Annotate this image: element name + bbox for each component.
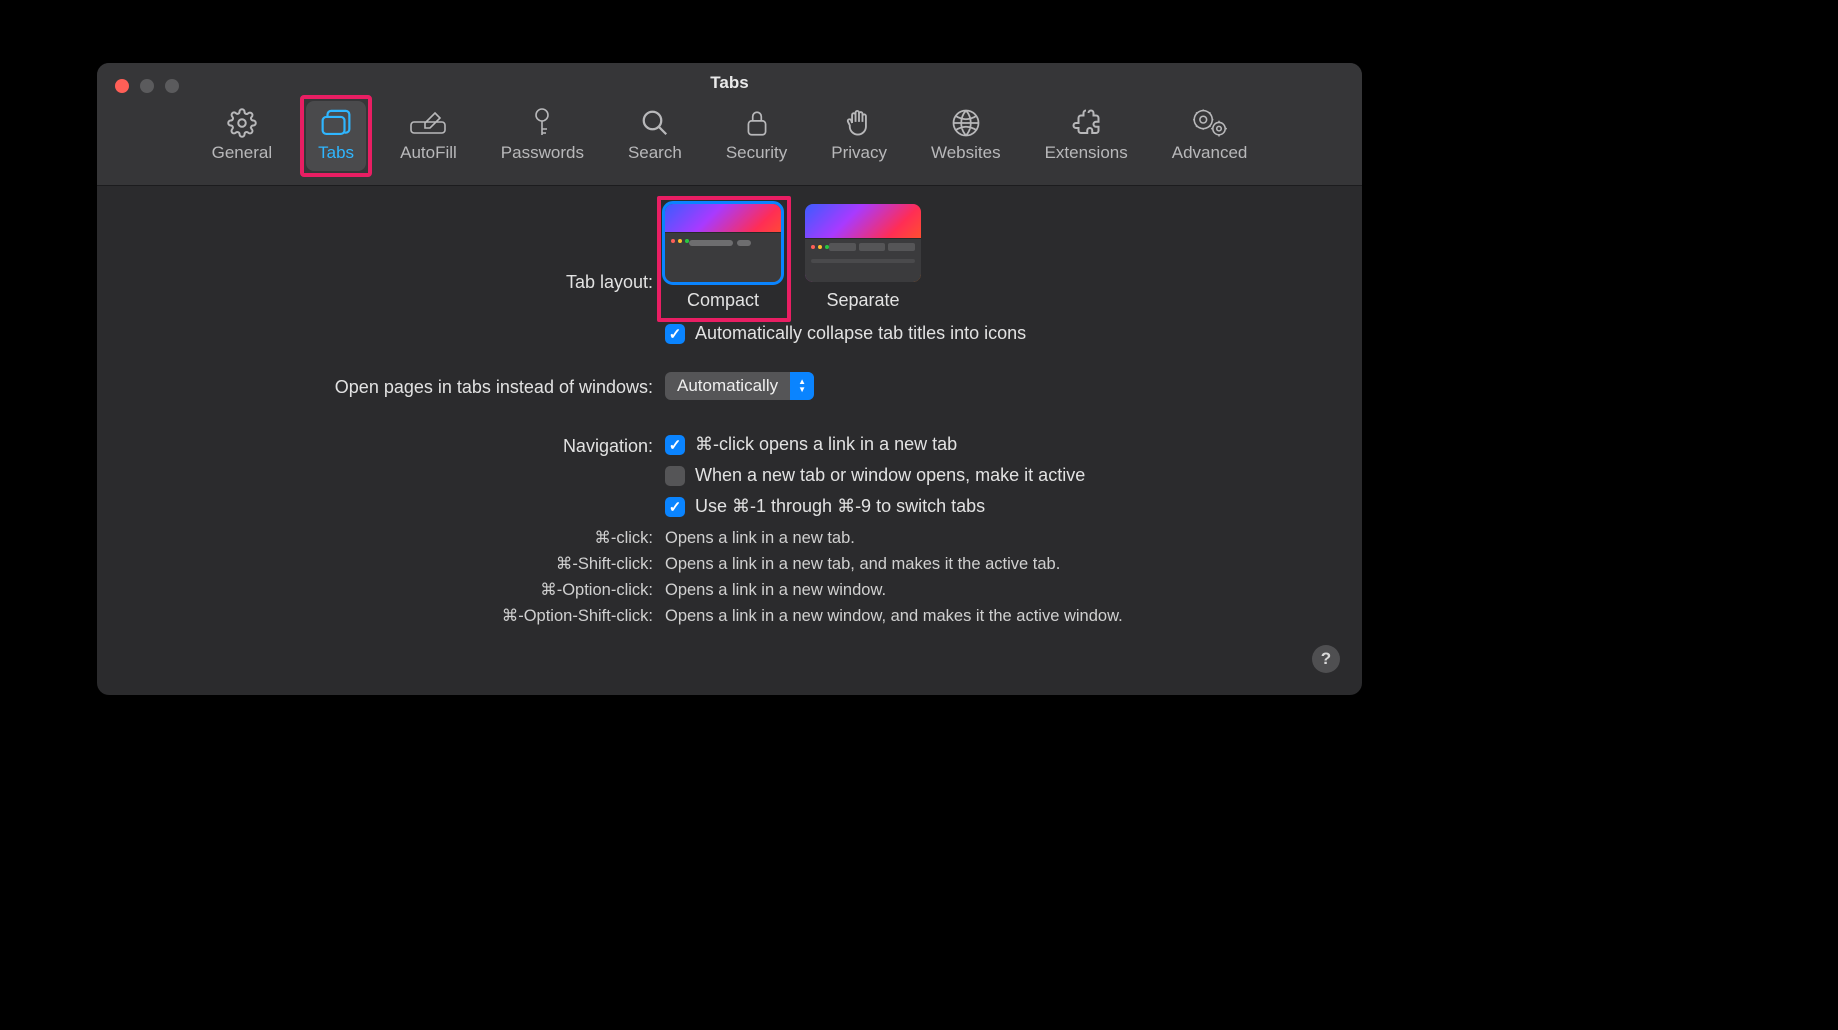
label-navigation: Navigation:: [127, 434, 665, 457]
checkbox-cmd-click-label: ⌘-click opens a link in a new tab: [695, 434, 957, 455]
checkbox-cmd-click[interactable]: ✓: [665, 435, 685, 455]
gears-icon: [1190, 107, 1230, 139]
chevron-up-down-icon: ▲▼: [790, 372, 814, 400]
tab-search[interactable]: Search: [618, 101, 692, 171]
checkbox-cmd-num-switch-label: Use ⌘-1 through ⌘-9 to switch tabs: [695, 496, 985, 517]
tab-advanced[interactable]: Advanced: [1162, 101, 1258, 171]
checkbox-auto-collapse[interactable]: ✓: [665, 324, 685, 344]
tab-label: Tabs: [318, 143, 354, 163]
pencil-field-icon: [408, 107, 448, 139]
tab-layout-compact-thumb: [665, 204, 781, 282]
content: Tab layout: Compact: [97, 186, 1362, 649]
help-val: Opens a link in a new window.: [665, 577, 1332, 603]
search-icon: [635, 107, 675, 139]
tab-layout-separate-thumb: [805, 204, 921, 282]
help-key: ⌘-Option-Shift-click:: [127, 603, 665, 629]
checkbox-auto-collapse-label: Automatically collapse tab titles into i…: [695, 323, 1026, 344]
label-tab-layout: Tab layout:: [127, 204, 665, 293]
tab-tabs[interactable]: Tabs: [306, 101, 366, 171]
tab-general[interactable]: General: [202, 101, 282, 171]
gear-icon: [222, 107, 262, 139]
help-val: Opens a link in a new tab, and makes it …: [665, 551, 1332, 577]
globe-icon: [946, 107, 986, 139]
label-open-pages: Open pages in tabs instead of windows:: [127, 375, 665, 398]
tab-label: General: [212, 143, 272, 163]
puzzle-icon: [1066, 107, 1106, 139]
tab-label: Advanced: [1172, 143, 1248, 163]
tab-label: Privacy: [831, 143, 887, 163]
preferences-window: Tabs General Tabs AutoFill: [97, 63, 1362, 695]
tab-extensions[interactable]: Extensions: [1035, 101, 1138, 171]
tab-security[interactable]: Security: [716, 101, 797, 171]
tab-websites[interactable]: Websites: [921, 101, 1011, 171]
help-val: Opens a link in a new tab.: [665, 525, 1332, 551]
select-open-pages-value: Automatically: [665, 376, 790, 396]
help-key: ⌘-Option-click:: [127, 577, 665, 603]
help-key: ⌘-Shift-click:: [127, 551, 665, 577]
hand-icon: [839, 107, 879, 139]
tab-label: Search: [628, 143, 682, 163]
lock-icon: [737, 107, 777, 139]
help-val: Opens a link in a new window, and makes …: [665, 603, 1332, 629]
tab-layout-options: Compact Separate: [665, 204, 921, 311]
help-text: ⌘-click: Opens a link in a new tab. ⌘-Sh…: [127, 525, 1332, 629]
tab-layout-separate-label: Separate: [826, 290, 899, 311]
tab-label: Security: [726, 143, 787, 163]
titlebar: Tabs General Tabs AutoFill: [97, 63, 1362, 186]
window-title: Tabs: [97, 73, 1362, 93]
checkbox-new-tab-active[interactable]: [665, 466, 685, 486]
checkbox-new-tab-active-label: When a new tab or window opens, make it …: [695, 465, 1085, 486]
select-open-pages[interactable]: Automatically ▲▼: [665, 372, 814, 400]
tab-privacy[interactable]: Privacy: [821, 101, 897, 171]
tab-label: AutoFill: [400, 143, 457, 163]
tab-label: Passwords: [501, 143, 584, 163]
tab-label: Websites: [931, 143, 1001, 163]
tab-layout-separate[interactable]: Separate: [805, 204, 921, 311]
tabs-icon: [316, 107, 356, 139]
tab-autofill[interactable]: AutoFill: [390, 101, 467, 171]
key-icon: [522, 107, 562, 139]
help-key: ⌘-click:: [127, 525, 665, 551]
tab-passwords[interactable]: Passwords: [491, 101, 594, 171]
toolbar: General Tabs AutoFill Passwords: [97, 101, 1362, 171]
tab-layout-compact[interactable]: Compact: [665, 204, 781, 311]
checkbox-cmd-num-switch[interactable]: ✓: [665, 497, 685, 517]
help-button[interactable]: ?: [1312, 645, 1340, 673]
tab-label: Extensions: [1045, 143, 1128, 163]
tab-layout-compact-label: Compact: [687, 290, 759, 311]
